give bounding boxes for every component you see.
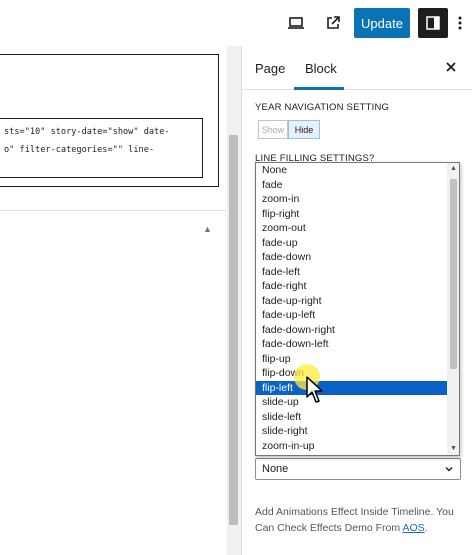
collapse-caret-icon[interactable]: ▲ <box>203 224 212 234</box>
sidebar-tabs: Page Block <box>242 46 472 90</box>
close-icon <box>446 62 456 72</box>
shortcode-block[interactable]: sts="10" story-date="show" date- o" filt… <box>0 54 219 187</box>
dropdown-option[interactable]: fade-left <box>256 265 447 280</box>
dropdown-option[interactable]: slide-right <box>256 424 447 439</box>
dropdown-option[interactable]: fade <box>256 178 447 193</box>
active-tab-indicator <box>294 87 344 90</box>
dropdown-option[interactable]: zoom-in-up <box>256 439 447 454</box>
editor-canvas: sts="10" story-date="show" date- o" filt… <box>0 46 241 555</box>
more-options-icon <box>458 16 462 30</box>
chevron-down-icon <box>445 467 453 472</box>
view-post-button[interactable] <box>320 10 346 36</box>
desktop-preview-icon <box>288 17 304 29</box>
dropdown-option[interactable]: zoom-out <box>256 221 447 236</box>
show-button[interactable]: Show <box>258 120 288 139</box>
dropdown-option[interactable]: flip-up <box>256 352 447 367</box>
scroll-up-arrow-icon[interactable]: ▲ <box>450 165 457 172</box>
dropdown-option[interactable]: fade-up <box>256 236 447 251</box>
scroll-down-arrow-icon[interactable]: ▼ <box>450 445 457 452</box>
close-sidebar-button[interactable] <box>442 58 460 76</box>
dropdown-option[interactable]: flip-right <box>256 207 447 222</box>
dropdown-scrollbar[interactable]: ▲ ▼ <box>447 163 459 455</box>
dropdown-option[interactable]: slide-left <box>256 410 447 425</box>
editor-top-bar: Update <box>0 0 472 46</box>
update-button[interactable]: Update <box>354 8 410 38</box>
dropdown-option[interactable]: fade-down-right <box>256 323 447 338</box>
tab-block[interactable]: Block <box>305 61 337 76</box>
sidebar-toggle-icon <box>426 16 440 30</box>
editor-scrollbar-thumb[interactable] <box>229 135 238 525</box>
shortcode-textarea[interactable]: sts="10" story-date="show" date- o" filt… <box>0 118 203 178</box>
dropdown-option[interactable]: fade-up-left <box>256 308 447 323</box>
dropdown-option[interactable]: flip-down <box>256 366 447 381</box>
settings-toggle-button[interactable] <box>418 8 448 38</box>
desktop-preview-button[interactable] <box>283 10 309 36</box>
animation-select[interactable]: None <box>255 458 461 480</box>
mouse-pointer-icon <box>306 376 323 403</box>
year-navigation-label: YEAR NAVIGATION SETTING <box>255 102 390 113</box>
dropdown-option[interactable]: slide-up <box>256 395 447 410</box>
tab-page[interactable]: Page <box>255 61 285 76</box>
dropdown-option-highlighted[interactable]: flip-left <box>256 380 447 395</box>
dropdown-option[interactable]: fade-up-right <box>256 294 447 309</box>
animation-dropdown-list[interactable]: None fade zoom-in flip-right zoom-out fa… <box>255 162 460 456</box>
animation-select-value: None <box>262 463 289 475</box>
external-link-icon <box>327 16 340 29</box>
help-text-suffix: . <box>424 522 428 534</box>
code-line: o" filter-categories="" line- <box>4 145 155 155</box>
dropdown-scrollbar-thumb[interactable] <box>450 179 457 369</box>
divider <box>0 210 227 211</box>
dropdown-option[interactable]: None <box>256 163 447 178</box>
animation-help-text: Add Animations Effect Inside Timeline. Y… <box>255 504 465 536</box>
hide-button[interactable]: Hide <box>288 120 320 139</box>
dropdown-option[interactable]: fade-right <box>256 279 447 294</box>
more-options-button[interactable] <box>452 10 468 36</box>
code-line: sts="10" story-date="show" date- <box>4 127 170 137</box>
year-navigation-toggle: Show Hide <box>258 120 320 139</box>
dropdown-option[interactable]: fade-down-left <box>256 337 447 352</box>
dropdown-option[interactable]: fade-down <box>256 250 447 265</box>
aos-demo-link[interactable]: AOS <box>402 522 424 534</box>
dropdown-option[interactable]: zoom-in <box>256 192 447 207</box>
